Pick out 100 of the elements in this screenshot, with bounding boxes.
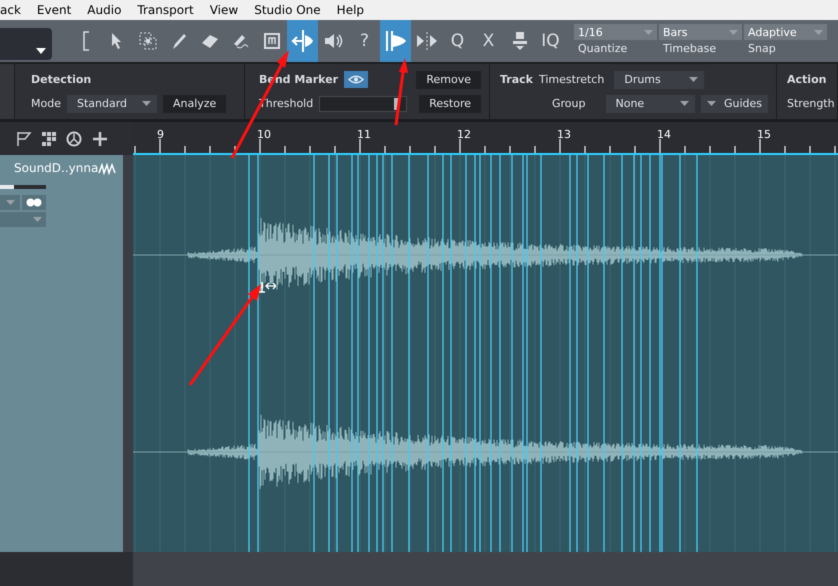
range-select-icon (138, 32, 156, 50)
guides-button[interactable]: Guides (700, 94, 768, 112)
section-title: Track (500, 73, 533, 86)
monitor-toggle[interactable] (22, 195, 46, 210)
group-dropdown[interactable]: None (606, 94, 695, 112)
bend-marker[interactable] (368, 155, 370, 552)
bar-number: 14 (657, 128, 671, 141)
tool-button[interactable]: X (473, 20, 504, 62)
bend-tool-icon (290, 29, 314, 53)
bend-marker[interactable] (640, 155, 642, 552)
bend-marker[interactable] (499, 155, 501, 552)
tool-button[interactable]: IQ (535, 20, 566, 62)
bend-marker[interactable] (679, 155, 681, 552)
restore-button[interactable]: Restore (419, 94, 481, 112)
tool-button[interactable] (380, 20, 411, 62)
pencil-icon (170, 32, 186, 50)
bend-marker[interactable] (450, 155, 452, 552)
bend-marker[interactable] (313, 155, 315, 552)
caret-icon (6, 200, 14, 205)
tool-button[interactable]: ? (349, 20, 380, 62)
bend-marker[interactable] (633, 155, 635, 552)
slider-thumb[interactable] (394, 98, 398, 110)
bend-marker[interactable] (526, 155, 528, 552)
menu-item[interactable]: Transport (137, 3, 202, 17)
tool-button[interactable]: Q (442, 20, 473, 62)
menu-item[interactable]: Studio One (254, 3, 329, 17)
bar-number: 11 (357, 128, 371, 141)
bend-marker[interactable] (465, 155, 467, 552)
bend-marker[interactable] (382, 155, 384, 552)
caret-icon (644, 30, 653, 34)
marker-flag-icon[interactable] (16, 130, 32, 146)
bend-marker[interactable] (621, 155, 623, 552)
bend-marker[interactable] (391, 155, 393, 552)
bend-marker[interactable] (442, 155, 444, 552)
snap-dropdown[interactable]: Bars (659, 24, 742, 40)
bend-marker[interactable] (474, 155, 476, 552)
clock-icon[interactable] (66, 130, 82, 146)
bend-marker[interactable] (659, 155, 661, 552)
bend-marker[interactable] (587, 155, 589, 552)
snap-dropdown[interactable]: 1/16 (574, 24, 657, 40)
add-icon[interactable] (92, 130, 108, 146)
track-header[interactable]: SoundD..ynna (0, 155, 123, 552)
menu-item[interactable]: Event (36, 3, 80, 17)
snap-dropdown[interactable]: Adaptive (744, 24, 827, 40)
paint-tool-icon (232, 32, 250, 50)
bend-marker[interactable] (661, 155, 663, 552)
bend-marker[interactable] (376, 155, 378, 552)
bend-marker[interactable] (569, 155, 571, 552)
menu-item[interactable]: View (210, 3, 246, 17)
tool-button[interactable] (287, 20, 318, 62)
threshold-slider[interactable] (319, 96, 408, 112)
preset-dropdown[interactable] (0, 28, 52, 60)
audio-event[interactable] (133, 155, 838, 552)
bracket-icon (82, 31, 90, 51)
bend-marker[interactable] (576, 155, 578, 552)
field-label: Timestretch (538, 73, 604, 86)
menu-item[interactable]: ack (0, 3, 29, 17)
bend-marker[interactable] (257, 155, 259, 552)
bend-marker[interactable] (351, 155, 353, 552)
field-label: Quantize (577, 41, 628, 57)
grid-icon[interactable] (42, 132, 56, 146)
menu-item[interactable]: Help (336, 3, 372, 17)
input-dropdown[interactable] (0, 195, 20, 210)
bend-marker[interactable] (603, 155, 605, 552)
visibility-toggle[interactable] (344, 71, 368, 88)
section-title: Action (787, 73, 826, 86)
bar-number: 9 (157, 128, 164, 141)
caret-icon (33, 217, 42, 222)
caret-icon (680, 101, 689, 106)
bend-marker[interactable] (328, 155, 330, 552)
menu-item[interactable]: Audio (87, 3, 130, 17)
caret-icon (36, 48, 46, 54)
bend-marker[interactable] (511, 155, 513, 552)
bend-marker-view-icon (384, 29, 406, 53)
mode-dropdown[interactable]: Standard (66, 94, 157, 112)
bend-marker[interactable] (336, 155, 338, 552)
analyze-button[interactable]: Analyze (162, 94, 226, 112)
caret-icon (729, 30, 738, 34)
field-label: Group (552, 97, 586, 110)
bend-marker[interactable] (649, 155, 651, 552)
remove-button[interactable]: Remove (416, 70, 481, 88)
bar-number: 12 (457, 128, 471, 141)
timestretch-dropdown[interactable]: Drums (614, 70, 704, 88)
bend-marker[interactable] (522, 155, 524, 552)
bend-marker[interactable] (248, 155, 250, 552)
bend-marker[interactable] (696, 155, 698, 552)
bend-marker[interactable] (540, 155, 542, 552)
caret-icon (142, 101, 151, 106)
bar-number: 10 (257, 128, 271, 141)
bend-marker[interactable] (490, 155, 492, 552)
track-name: SoundD..ynna (14, 161, 98, 175)
bend-marker[interactable] (408, 155, 410, 552)
bend-marker[interactable] (427, 155, 429, 552)
bend-marker[interactable] (479, 155, 481, 552)
caret-icon (814, 30, 823, 34)
caret-icon (689, 77, 698, 82)
eraser-icon (200, 33, 218, 49)
bend-marker[interactable] (357, 155, 359, 552)
mute-box-icon (264, 33, 280, 49)
field-label: Snap (747, 41, 777, 57)
